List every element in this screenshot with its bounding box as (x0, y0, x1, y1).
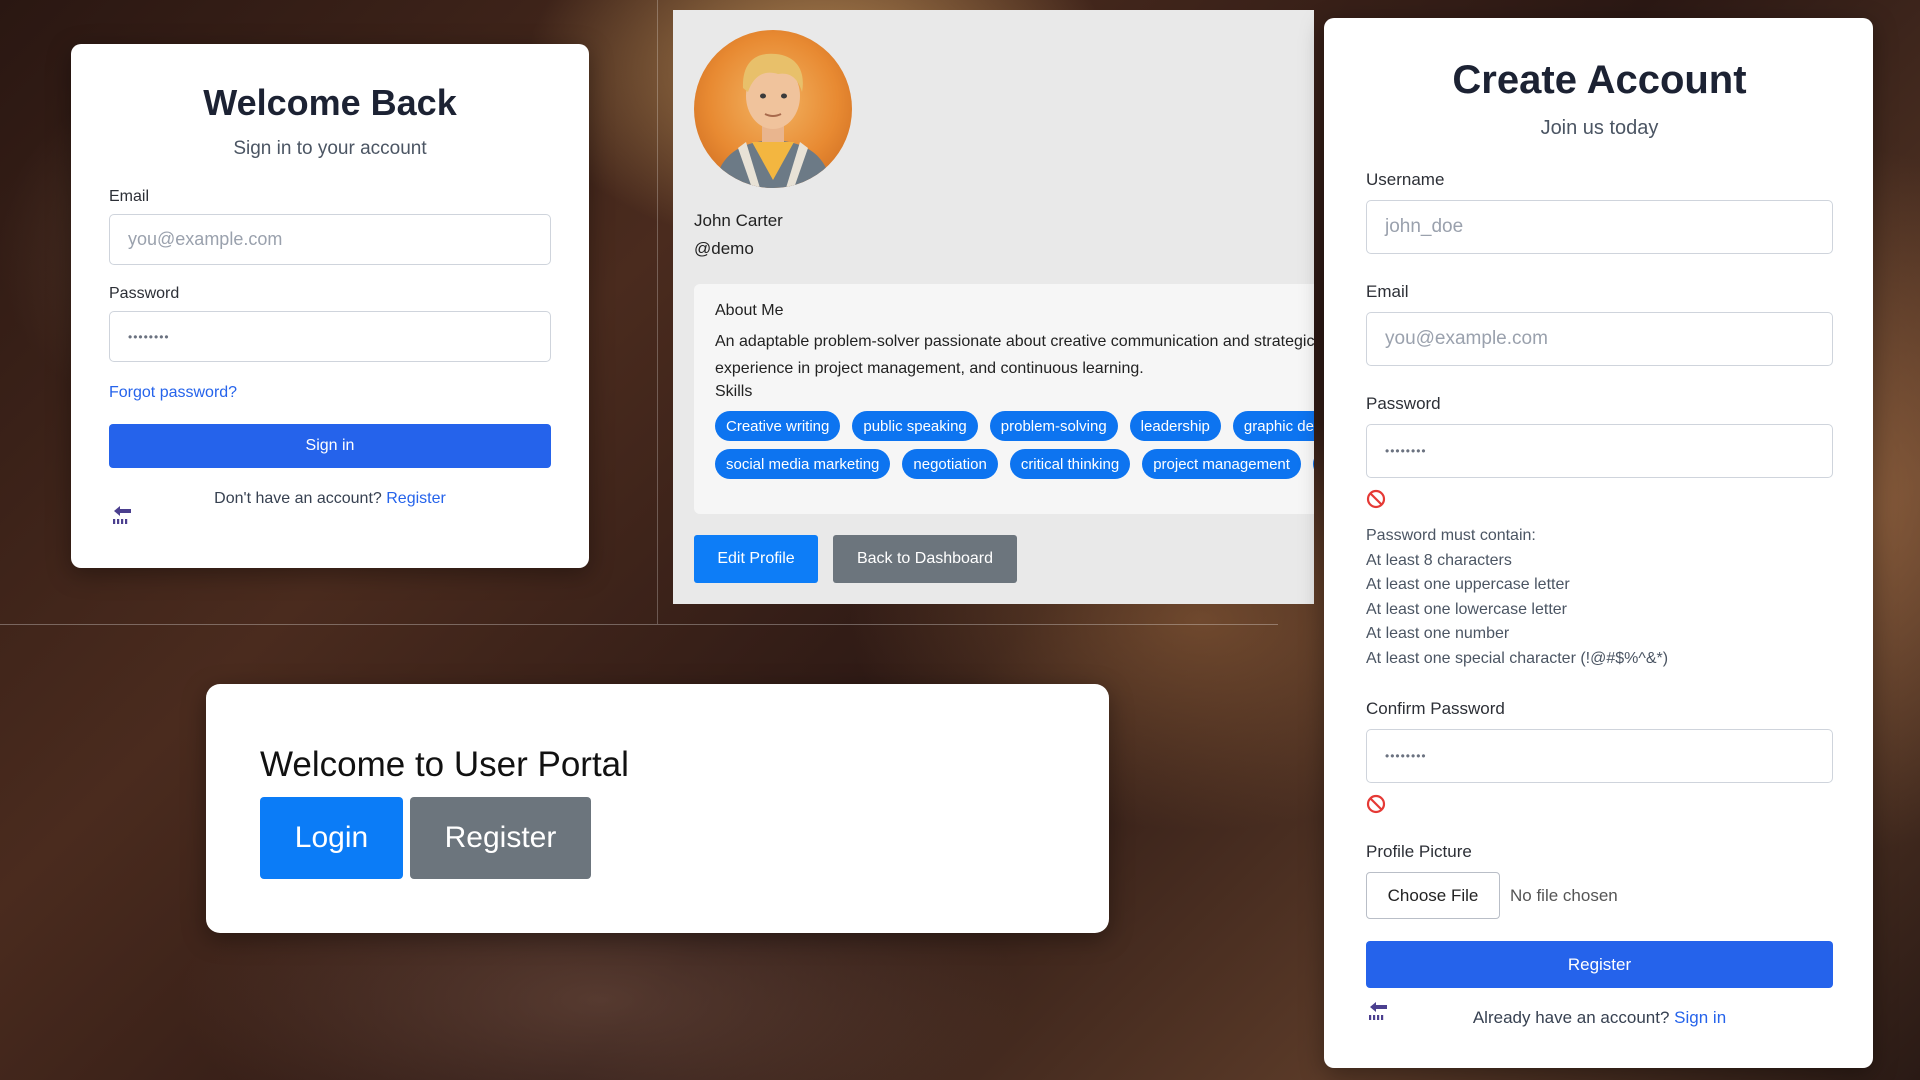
password-input[interactable]: •••••••• (109, 311, 551, 362)
confirm-password-input[interactable]: •••••••• (1366, 729, 1833, 783)
file-status: No file chosen (1510, 885, 1618, 905)
login-button[interactable]: Login (260, 797, 403, 879)
avatar (694, 30, 852, 188)
confirm-password-label: Confirm Password (1366, 699, 1505, 718)
skill-chip (1312, 449, 1314, 479)
signin-prompt-text: Already have an account? (1472, 1008, 1670, 1027)
password-rule: At least one lowercase letter (1366, 600, 1567, 618)
register-link[interactable]: Register (386, 490, 446, 507)
forgot-password-link[interactable]: Forgot password? (109, 384, 551, 402)
skill-chip: social media marketing (715, 449, 891, 479)
username-label: Username (1366, 170, 1445, 189)
choose-file-button[interactable]: Choose File (1366, 872, 1500, 919)
register-submit-button[interactable]: Register (1366, 941, 1833, 988)
skills-row-2: social media marketing negotiation criti… (715, 449, 1314, 479)
email-label: Email (1366, 282, 1409, 301)
skill-chip: problem-solving (989, 411, 1118, 441)
back-to-dashboard-button[interactable]: Back to Dashboard (833, 535, 1017, 583)
password-label: Password (109, 285, 180, 302)
prohibited-icon (1366, 489, 1386, 509)
skills-heading: Skills (715, 383, 753, 400)
login-card: Welcome Back Sign in to your account Ema… (71, 44, 589, 568)
password-rules: Password must contain: At least 8 charac… (1366, 524, 1833, 671)
password-input[interactable]: •••••••• (1366, 424, 1833, 478)
profile-name: John Carter (694, 211, 783, 230)
register-prompt-text: Don't have an account? (214, 490, 382, 507)
panel-divider-horizontal (0, 624, 1278, 625)
username-input[interactable]: john_doe (1366, 200, 1833, 254)
portal-card: Welcome to User Portal Login Register (206, 684, 1109, 933)
skill-chip: public speaking (852, 411, 978, 441)
email-placeholder: you@example.com (128, 229, 283, 249)
confirm-password-value: •••••••• (1385, 749, 1427, 763)
profile-handle: @demo (694, 239, 754, 258)
password-rules-heading: Password must contain: (1366, 527, 1536, 544)
prohibited-icon (1366, 794, 1386, 814)
password-rule: At least one special character (!@#$%^&*… (1366, 649, 1669, 667)
create-account-subtitle: Join us today (1540, 117, 1659, 139)
password-rule: At least one number (1366, 625, 1510, 642)
avatar-illustration (714, 53, 832, 188)
skill-chip: graphic design (1232, 411, 1314, 441)
create-account-title: Create Account (1452, 58, 1747, 102)
password-value: •••••••• (128, 329, 170, 344)
back-arrow-icon[interactable] (1366, 1000, 1390, 1022)
edit-profile-button[interactable]: Edit Profile (694, 535, 818, 583)
register-prompt: Don't have an account? Register (109, 490, 551, 508)
password-rule: At least one uppercase letter (1366, 576, 1570, 593)
skill-chip: negotiation (902, 449, 998, 479)
skill-chip: critical thinking (1009, 449, 1131, 479)
skill-chip: Creative writing (715, 411, 841, 441)
register-button[interactable]: Register (410, 797, 591, 879)
username-placeholder: john_doe (1385, 216, 1464, 237)
create-account-card: Create Account Join us today Username jo… (1324, 18, 1873, 1068)
password-rule: At least 8 characters (1366, 551, 1512, 569)
about-section: About Me An adaptable problem-solver pas… (694, 284, 1314, 514)
password-label: Password (1366, 394, 1441, 413)
email-input[interactable]: you@example.com (109, 214, 551, 265)
panel-divider-vertical (657, 0, 658, 624)
email-input[interactable]: you@example.com (1366, 312, 1833, 366)
signin-link[interactable]: Sign in (1674, 1008, 1726, 1027)
skills-row-1: Creative writing public speaking problem… (715, 411, 1314, 441)
login-title: Welcome Back (203, 82, 457, 123)
back-arrow-icon[interactable] (110, 504, 134, 526)
skill-chip: leadership (1129, 411, 1221, 441)
portal-title: Welcome to User Portal (260, 745, 629, 784)
signin-button[interactable]: Sign in (109, 424, 551, 468)
about-text: An adaptable problem-solver passionate a… (715, 333, 1314, 377)
skill-chip: project management (1142, 449, 1301, 479)
email-label: Email (109, 188, 150, 205)
signin-prompt: Already have an account? Sign in (1366, 1008, 1833, 1028)
profile-panel: John Carter @demo About Me An adaptable … (673, 10, 1314, 604)
profile-picture-label: Profile Picture (1366, 842, 1472, 861)
about-heading: About Me (715, 302, 784, 319)
email-placeholder: you@example.com (1385, 328, 1548, 349)
login-subtitle: Sign in to your account (233, 138, 427, 159)
file-picker: Choose File No file chosen (1366, 872, 1833, 919)
password-value: •••••••• (1385, 444, 1427, 458)
